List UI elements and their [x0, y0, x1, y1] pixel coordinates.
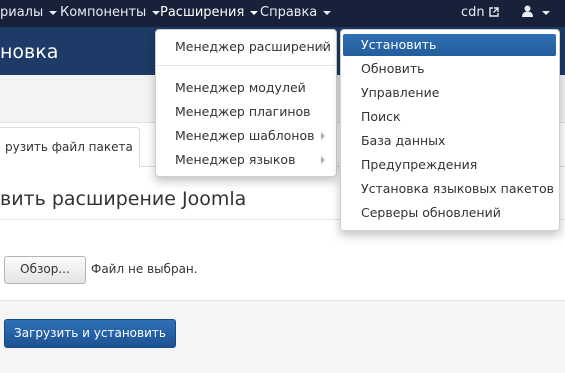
chevron-right-icon	[321, 132, 325, 140]
top-navbar: риалы Компоненты Расширения Справка cdn	[0, 0, 565, 27]
tab-upload-package[interactable]: рузить файл пакета	[0, 127, 140, 168]
caret-down-icon	[49, 10, 58, 15]
nav-label: риалы	[0, 5, 44, 20]
menu-divider	[157, 65, 335, 66]
user-icon	[522, 5, 533, 17]
upload-install-button[interactable]: Загрузить и установить	[4, 319, 176, 348]
menu-item-plugin-manager[interactable]: Менеджер плагинов	[175, 101, 311, 123]
submenu-item-update-sites[interactable]: Серверы обновлений	[361, 202, 501, 224]
submenu-item-install-languages[interactable]: Установка языковых пакетов	[361, 178, 554, 200]
section-title: вить расширение Joomla	[0, 188, 247, 210]
nav-label: Справка	[260, 5, 318, 20]
caret-down-icon	[323, 10, 332, 15]
extensions-dropdown: Менеджер расширений Менеджер модулей Мен…	[155, 29, 337, 177]
menu-item-language-manager[interactable]: Менеджер языков	[175, 149, 295, 171]
extension-manager-submenu: Установить Обновить Управление Поиск Баз…	[340, 29, 560, 231]
nav-menu-materials[interactable]: риалы	[0, 0, 58, 27]
external-link-icon	[489, 7, 499, 17]
menu-item-template-manager[interactable]: Менеджер шаблонов	[175, 125, 314, 147]
site-link[interactable]: cdn	[461, 0, 499, 27]
nav-menu-help[interactable]: Справка	[260, 0, 332, 27]
browse-button[interactable]: Обзор...	[4, 256, 86, 284]
chevron-right-icon	[321, 156, 325, 164]
submenu-item-database[interactable]: База данных	[361, 130, 445, 152]
caret-down-icon	[542, 10, 550, 15]
page-title: новка	[0, 41, 59, 63]
nav-menu-extensions[interactable]: Расширения	[160, 0, 259, 27]
menu-item-module-manager[interactable]: Менеджер модулей	[175, 77, 306, 99]
nav-label: Компоненты	[60, 5, 147, 20]
submenu-item-discover[interactable]: Поиск	[361, 106, 401, 128]
nav-menu-components[interactable]: Компоненты	[60, 0, 161, 27]
user-menu[interactable]	[522, 0, 550, 27]
caret-down-icon	[250, 10, 259, 15]
nav-label: Расширения	[160, 5, 245, 20]
menu-item-extension-manager[interactable]: Менеджер расширений	[175, 36, 331, 58]
submenu-item-install[interactable]: Установить	[361, 34, 436, 56]
submenu-item-manage[interactable]: Управление	[361, 82, 439, 104]
file-status: Файл не выбран.	[91, 262, 198, 276]
site-link-label: cdn	[461, 5, 485, 20]
submenu-item-update[interactable]: Обновить	[361, 58, 425, 80]
chevron-right-icon	[321, 43, 325, 51]
submenu-item-warnings[interactable]: Предупреждения	[361, 154, 477, 176]
